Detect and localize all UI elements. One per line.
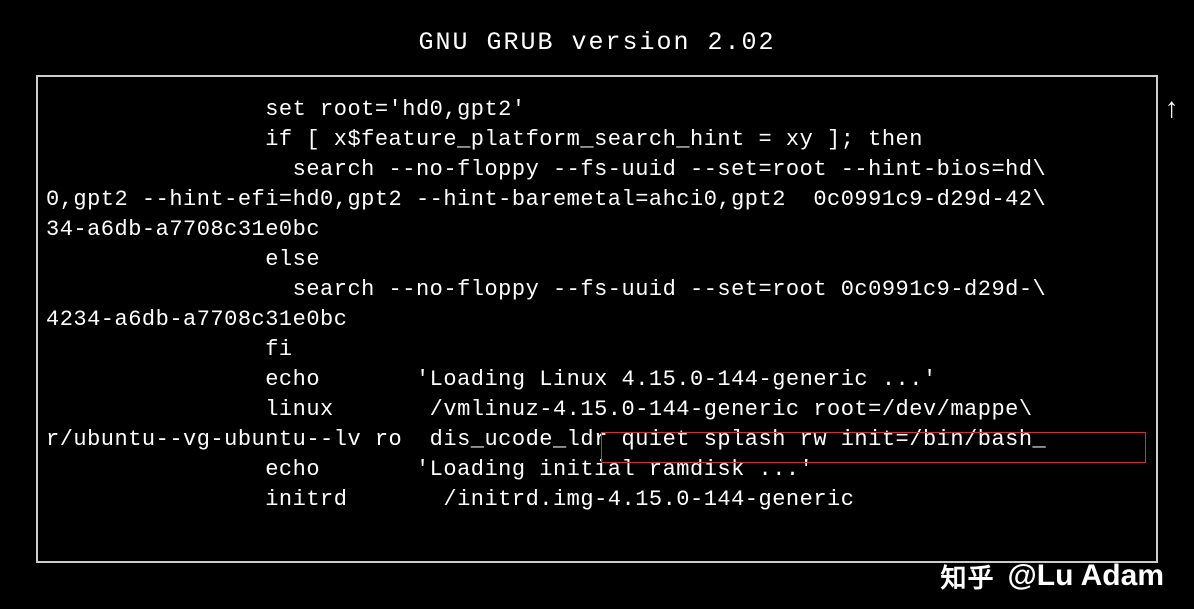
zhihu-logo-icon: 知乎	[938, 562, 998, 590]
grub-line: 4234-a6db-a7708c31e0bc	[46, 307, 347, 332]
grub-line: 34-a6db-a7708c31e0bc	[46, 217, 320, 242]
grub-editor[interactable]: ↑ set root='hd0,gpt2' if [ x$feature_pla…	[36, 75, 1158, 563]
watermark: 知乎 @Lu Adam	[938, 559, 1164, 593]
grub-title: GNU GRUB version 2.02	[0, 0, 1194, 75]
scroll-up-arrow-icon: ↑	[1163, 95, 1180, 126]
watermark-author: @Lu Adam	[1008, 559, 1164, 593]
grub-line: linux /vmlinuz-4.15.0-144-generic root=/…	[46, 397, 1033, 422]
grub-line: fi	[46, 337, 293, 362]
grub-line: echo 'Loading Linux 4.15.0-144-generic .…	[46, 367, 937, 392]
grub-line: search --no-floppy --fs-uuid --set=root …	[46, 277, 1046, 302]
grub-config-text[interactable]: set root='hd0,gpt2' if [ x$feature_platf…	[46, 95, 1148, 515]
grub-line: else	[46, 247, 320, 272]
grub-line: echo 'Loading initial ramdisk ...'	[46, 457, 813, 482]
grub-line: initrd /initrd.img-4.15.0-144-generic	[46, 487, 854, 512]
grub-line: if [ x$feature_platform_search_hint = xy…	[46, 127, 923, 152]
grub-line: r/ubuntu--vg-ubuntu--lv ro dis_ucode_ldr…	[46, 427, 1046, 452]
grub-line: 0,gpt2 --hint-efi=hd0,gpt2 --hint-bareme…	[46, 187, 1046, 212]
grub-line: set root='hd0,gpt2'	[46, 97, 526, 122]
grub-line: search --no-floppy --fs-uuid --set=root …	[46, 157, 1046, 182]
